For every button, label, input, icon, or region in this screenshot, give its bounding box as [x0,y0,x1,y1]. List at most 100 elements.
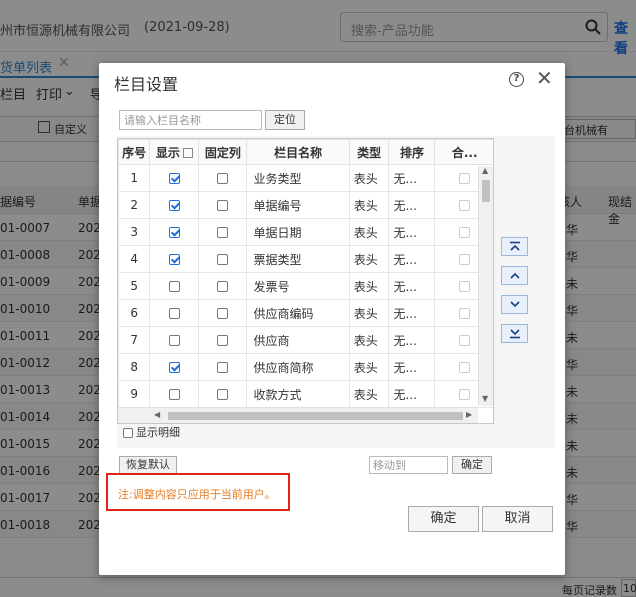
fixed-column-checkbox[interactable] [217,173,229,184]
header-name: 栏目名称 [246,139,350,165]
column-name: 单据日期 [246,218,350,246]
row-seq: 6 [118,299,151,327]
column-type: 表头 [348,191,390,219]
cancel-button[interactable]: 取消 [482,506,553,532]
header-show[interactable]: 显示 [149,139,200,165]
show-detail-option[interactable]: 显示明细 [123,424,180,440]
header-merge: 合... [434,139,493,165]
show-checkbox[interactable] [168,173,180,184]
show-checkbox[interactable] [168,254,180,265]
header-fixed: 固定列 [198,139,248,165]
header-type: 类型 [348,139,390,165]
column-sort[interactable]: 无... [388,164,436,192]
scroll-down-icon[interactable]: ▼ [482,394,488,403]
column-name: 发票号 [246,272,350,300]
fixed-cell [198,218,248,246]
locate-button[interactable]: 定位 [265,110,305,130]
show-checkbox[interactable] [168,362,180,373]
fixed-column-checkbox[interactable] [217,335,229,346]
scroll-thumb[interactable] [168,412,463,420]
column-row[interactable]: 6 供应商编码 表头 无... [118,299,493,327]
merge-checkbox [459,173,471,184]
column-name-search-input[interactable] [119,110,262,130]
row-seq: 9 [118,380,151,408]
column-type: 表头 [348,218,390,246]
scroll-up-icon[interactable]: ▲ [482,166,488,175]
column-row[interactable]: 2 单据编号 表头 无... [118,191,493,219]
merge-checkbox [459,335,471,346]
show-cell [149,353,200,381]
show-cell [149,218,200,246]
column-type: 表头 [348,164,390,192]
column-row[interactable]: 8 供应商简称 表头 无... [118,353,493,381]
move-top-icon [509,241,520,251]
column-row[interactable]: 5 发票号 表头 无... [118,272,493,300]
merge-checkbox [459,200,471,211]
fixed-column-checkbox[interactable] [217,362,229,373]
show-checkbox[interactable] [168,200,180,211]
fixed-column-checkbox[interactable] [217,308,229,319]
column-sort[interactable]: 无... [388,380,436,408]
horizontal-scrollbar[interactable]: ◀ ▶ [118,407,478,423]
move-bottom-button[interactable] [501,324,528,343]
fixed-column-checkbox[interactable] [217,200,229,211]
show-checkbox[interactable] [168,389,180,400]
row-seq: 8 [118,353,151,381]
move-to-input[interactable] [369,456,448,474]
show-checkbox[interactable] [168,227,180,238]
ok-button[interactable]: 确定 [408,506,479,532]
move-down-button[interactable] [501,295,528,314]
fixed-cell [198,299,248,327]
show-cell [149,299,200,327]
column-name: 收款方式 [246,380,350,408]
show-checkbox[interactable] [168,308,180,319]
note-text: 注:调整内容只应用于当前用户。 [118,488,276,501]
row-seq: 4 [118,245,151,273]
fixed-cell [198,245,248,273]
move-confirm-button[interactable]: 确定 [452,456,492,474]
chevron-down-icon [509,301,520,308]
show-detail-checkbox[interactable] [123,428,133,438]
scroll-left-icon[interactable]: ◀ [154,410,160,419]
note-highlight-box: 注:调整内容只应用于当前用户。 [106,473,290,511]
column-sort[interactable]: 无... [388,191,436,219]
fixed-column-checkbox[interactable] [217,227,229,238]
fixed-column-checkbox[interactable] [217,281,229,292]
column-row[interactable]: 7 供应商 表头 无... [118,326,493,354]
column-name: 票据类型 [246,245,350,273]
column-row[interactable]: 9 收款方式 表头 无... [118,380,493,408]
column-sort[interactable]: 无... [388,353,436,381]
column-sort[interactable]: 无... [388,218,436,246]
column-sort[interactable]: 无... [388,245,436,273]
vertical-scrollbar[interactable]: ▲ ▼ [478,166,493,406]
column-row[interactable]: 3 单据日期 表头 无... [118,218,493,246]
column-sort[interactable]: 无... [388,299,436,327]
row-seq: 5 [118,272,151,300]
show-checkbox[interactable] [168,281,180,292]
close-icon[interactable]: ✕ [536,67,553,89]
column-sort[interactable]: 无... [388,326,436,354]
chevron-up-icon [509,272,520,279]
show-cell [149,272,200,300]
column-name: 供应商 [246,326,350,354]
header-show-label: 显示 [155,145,180,160]
scroll-right-icon[interactable]: ▶ [466,410,472,419]
move-up-button[interactable] [501,266,528,285]
help-icon[interactable]: ? [509,72,524,87]
show-all-checkbox[interactable] [182,148,193,158]
column-row[interactable]: 4 票据类型 表头 无... [118,245,493,273]
column-type: 表头 [348,326,390,354]
restore-default-button[interactable]: 恢复默认 [119,456,177,474]
scroll-thumb[interactable] [482,180,490,202]
column-row[interactable]: 1 业务类型 表头 无... [118,164,493,192]
show-cell [149,326,200,354]
fixed-cell [198,191,248,219]
fixed-column-checkbox[interactable] [217,389,229,400]
fixed-cell [198,380,248,408]
fixed-column-checkbox[interactable] [217,254,229,265]
show-cell [149,245,200,273]
column-sort[interactable]: 无... [388,272,436,300]
show-checkbox[interactable] [168,335,180,346]
move-top-button[interactable] [501,237,528,256]
column-type: 表头 [348,353,390,381]
